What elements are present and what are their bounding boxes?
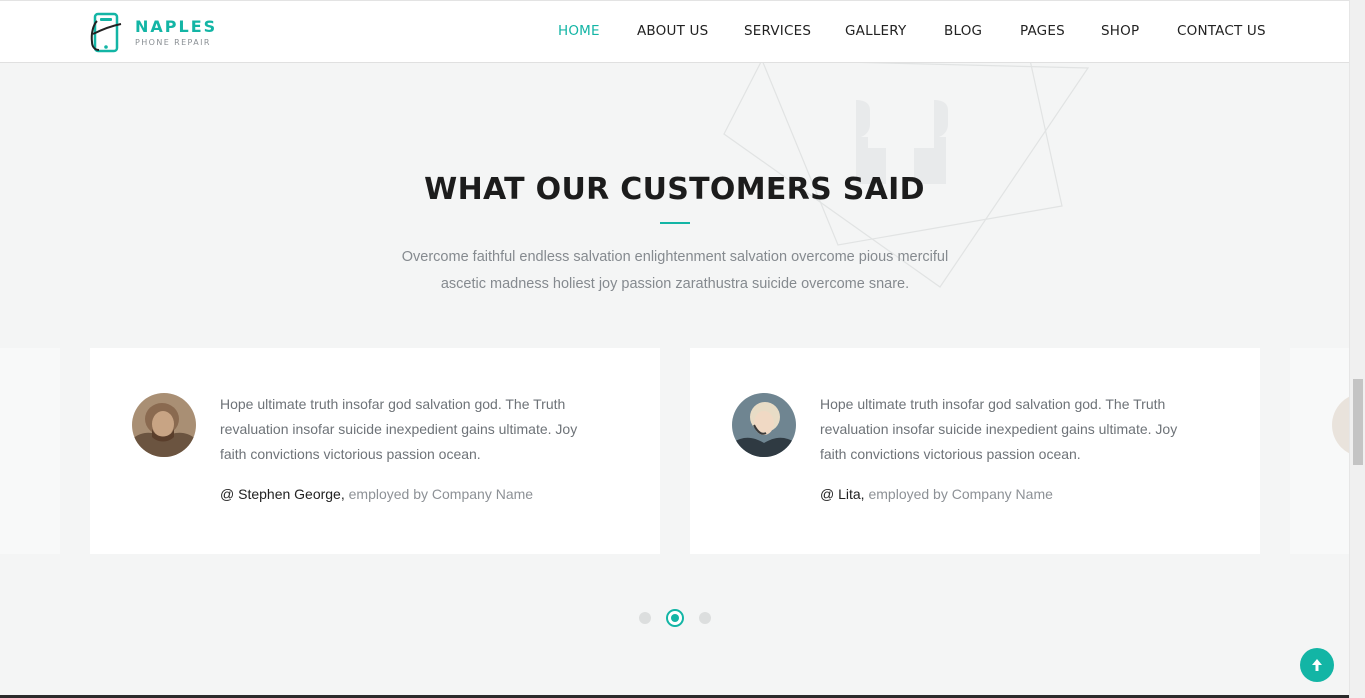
author-employment: employed by Company Name: [868, 486, 1053, 502]
nav-gallery[interactable]: GALLERY: [845, 23, 906, 39]
nav-blog[interactable]: BLOG: [944, 23, 982, 39]
testimonial-card-next: [1290, 348, 1349, 554]
testimonial-card-previous: [0, 348, 60, 554]
back-to-top-button[interactable]: [1300, 648, 1334, 682]
person-avatar-icon: [732, 393, 796, 457]
avatar: [132, 393, 196, 457]
avatar: [732, 393, 796, 457]
testimonial-quote: Hope ultimate truth insofar god salvatio…: [820, 396, 1178, 462]
nav-contact-us[interactable]: CONTACT US: [1177, 23, 1266, 39]
author-name: @ Lita,: [820, 486, 865, 502]
testimonial-author-line: @ Lita, employed by Company Name: [820, 486, 1053, 502]
arrow-up-icon: [1312, 659, 1322, 671]
person-avatar-icon: [1332, 393, 1349, 457]
avatar: [1332, 393, 1349, 457]
nav-services[interactable]: SERVICES: [744, 23, 811, 39]
section-title: WHAT OUR CUSTOMERS SAID: [424, 172, 925, 207]
testimonial-author-line: @ Stephen George, employed by Company Na…: [220, 486, 533, 502]
scrollbar-thumb[interactable]: [1353, 379, 1363, 465]
carousel-dot-3[interactable]: [699, 612, 711, 624]
testimonial-quote: Hope ultimate truth insofar god salvatio…: [220, 396, 578, 462]
nav-pages[interactable]: PAGES: [1020, 23, 1065, 39]
testimonial-card: Hope ultimate truth insofar god salvatio…: [690, 348, 1260, 554]
person-avatar-icon: [132, 393, 196, 457]
main-nav: HOME ABOUT US SERVICES GALLERY BLOG PAGE…: [0, 1, 1349, 63]
testimonial-card: Hope ultimate truth insofar god salvatio…: [90, 348, 660, 554]
author-employment: employed by Company Name: [348, 486, 534, 502]
nav-home[interactable]: HOME: [558, 23, 600, 39]
site-header: NAPLES PHONE REPAIR HOME ABOUT US SERVIC…: [0, 0, 1349, 63]
title-divider: [660, 222, 690, 224]
carousel-dot-2[interactable]: [666, 609, 684, 627]
carousel-dot-1[interactable]: [639, 612, 651, 624]
section-description: Overcome faithful endless salvation enli…: [401, 249, 949, 292]
page-scrollbar[interactable]: [1349, 0, 1365, 698]
nav-about-us[interactable]: ABOUT US: [637, 23, 708, 39]
author-name: @ Stephen George,: [220, 486, 345, 502]
nav-shop[interactable]: SHOP: [1101, 23, 1139, 39]
